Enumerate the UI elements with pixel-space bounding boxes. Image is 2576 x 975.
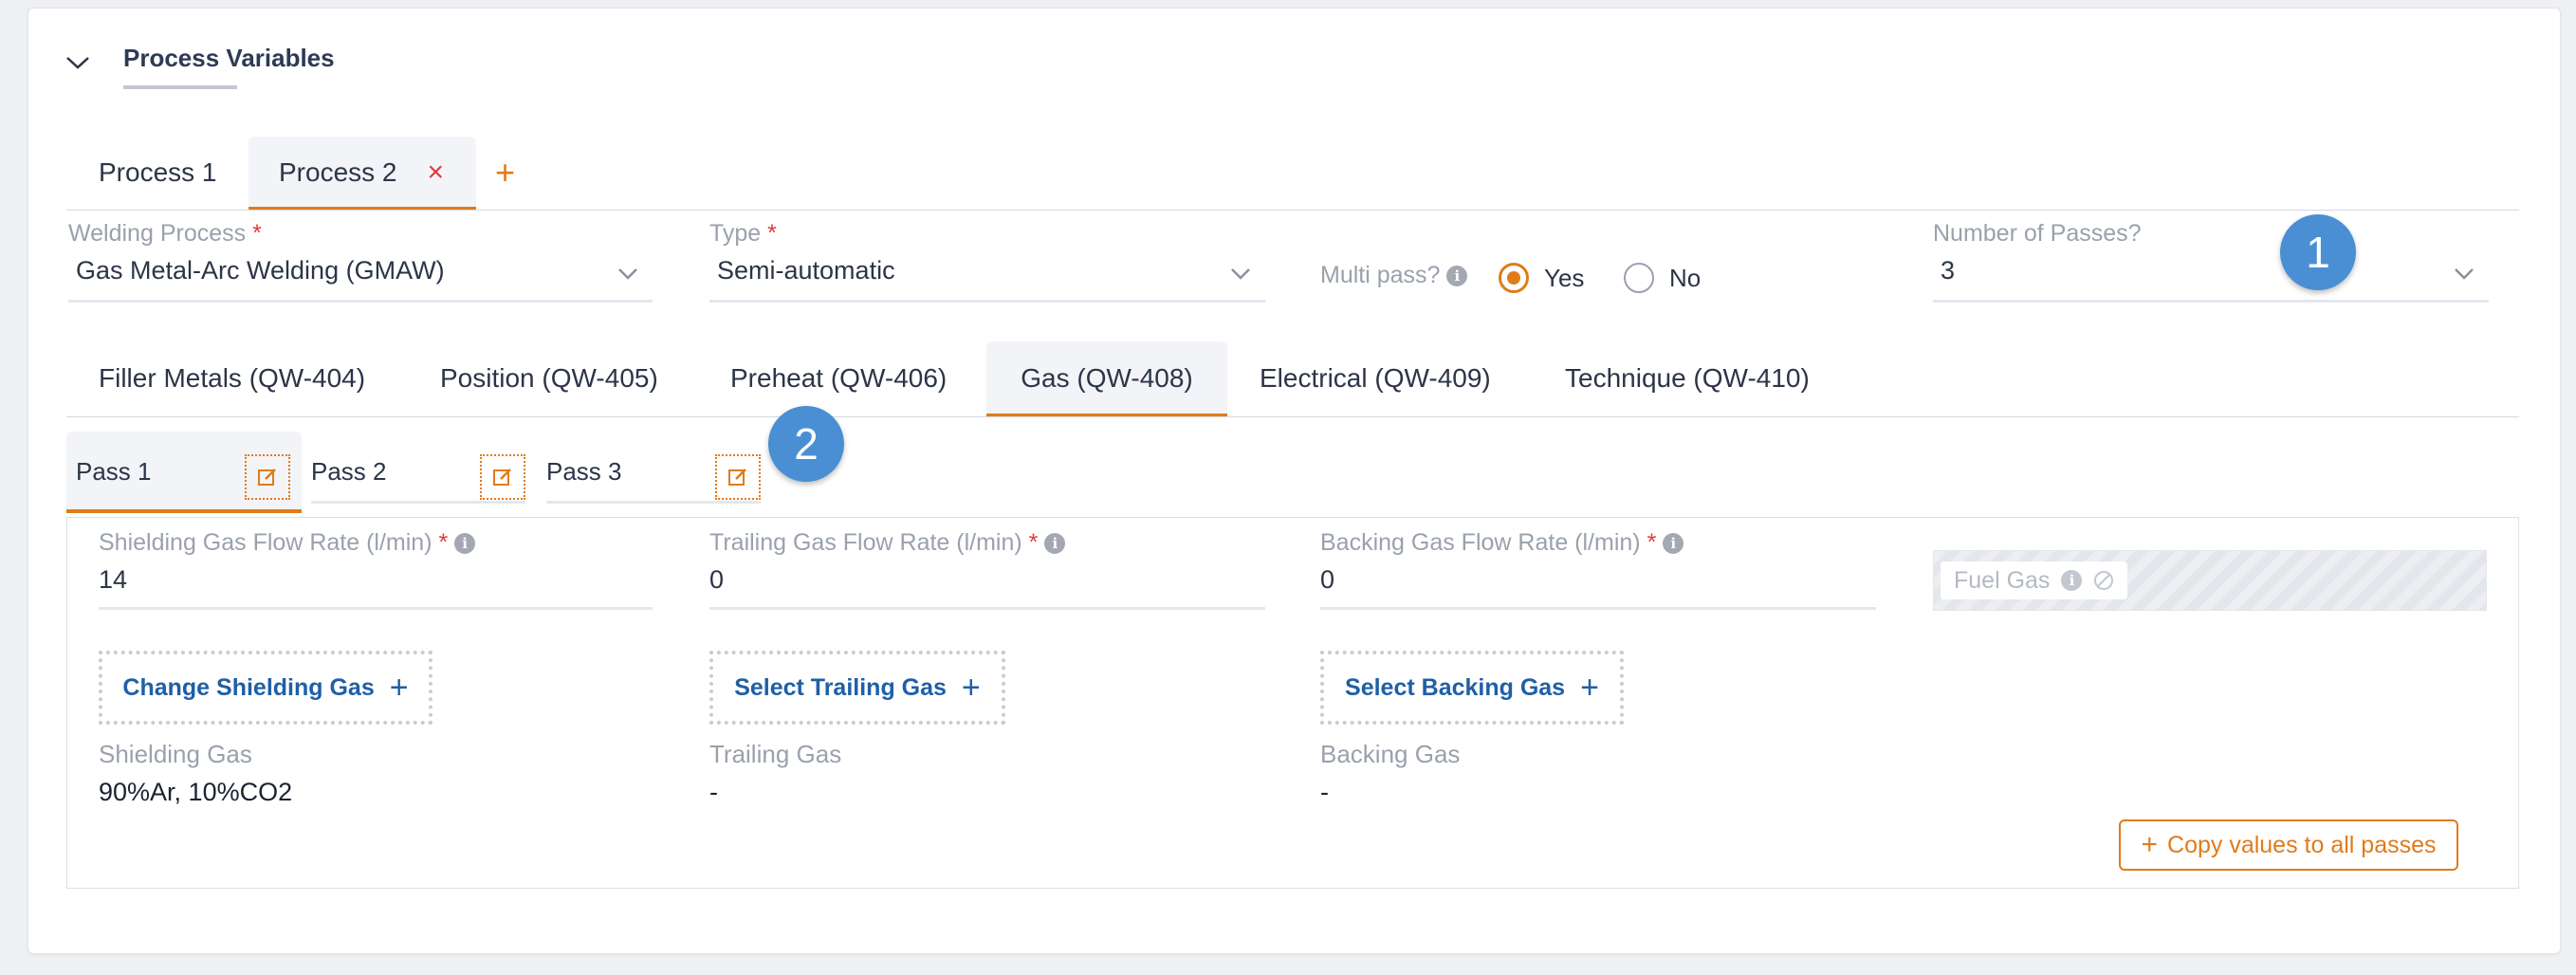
pass-tab-2-label[interactable]: Pass 2: [311, 457, 387, 487]
variable-tabs: Filler Metals (QW-404) Position (QW-405)…: [66, 341, 2519, 417]
shielding-rate-label: Shielding Gas Flow Rate (l/min) * i: [99, 529, 476, 557]
type-underline: [709, 300, 1265, 303]
info-icon: i: [454, 533, 476, 554]
pass-tab-1-indicator: [66, 509, 302, 513]
multi-pass-yes-radio[interactable]: [1499, 263, 1529, 293]
edit-pass-2-button[interactable]: [480, 454, 525, 500]
num-passes-label: Number of Passes?: [1933, 220, 2142, 247]
edit-pass-3-button[interactable]: [715, 454, 761, 500]
annotation-badge-1: 1: [2280, 214, 2356, 290]
edit-icon: [493, 469, 511, 486]
tab-process-2[interactable]: Process 2 ×: [248, 137, 476, 209]
shielding-gas-label: Shielding Gas: [99, 740, 252, 768]
trailing-rate-input[interactable]: 0: [709, 565, 724, 595]
backing-rate-input[interactable]: 0: [1320, 565, 1334, 595]
trailing-rate-underline: [709, 607, 1265, 610]
edit-icon: [728, 469, 746, 486]
plus-icon: +: [389, 670, 409, 706]
copy-values-button[interactable]: + Copy values to all passes: [2119, 819, 2458, 871]
pass-tab-3-underline: [546, 501, 761, 504]
trailing-rate-label: Trailing Gas Flow Rate (l/min) * i: [709, 529, 1066, 557]
multi-pass-yes-label[interactable]: Yes: [1544, 264, 1584, 293]
trailing-gas-label: Trailing Gas: [709, 740, 842, 768]
edit-icon: [258, 469, 276, 486]
annotation-badge-2: 2: [768, 406, 844, 482]
chevron-down-icon[interactable]: [2453, 262, 2475, 285]
info-icon: i: [1446, 266, 1468, 286]
change-shielding-gas-button[interactable]: Change Shielding Gas +: [99, 651, 432, 725]
section-title: Process Variables: [123, 44, 335, 72]
tab-process-1-label: Process 1: [99, 157, 217, 187]
backing-gas-value: -: [1320, 778, 1329, 806]
select-backing-gas-button[interactable]: Select Backing Gas +: [1320, 651, 1624, 725]
backing-gas-label: Backing Gas: [1320, 740, 1461, 768]
fuel-gas-chip: Fuel Gas i: [1941, 561, 2128, 599]
welding-process-underline: [68, 300, 653, 303]
backing-rate-label: Backing Gas Flow Rate (l/min) * i: [1320, 529, 1684, 557]
disabled-icon: [2094, 571, 2114, 590]
edit-pass-1-button[interactable]: [245, 454, 290, 500]
change-shielding-gas-label: Change Shielding Gas: [122, 673, 375, 701]
type-label: Type *: [709, 220, 777, 247]
select-trailing-gas-button[interactable]: Select Trailing Gas +: [709, 651, 1005, 725]
chevron-down-icon[interactable]: [64, 53, 91, 72]
chevron-down-icon[interactable]: [1229, 262, 1252, 285]
shielding-gas-value: 90%Ar, 10%CO2: [99, 778, 293, 806]
tab-process-1[interactable]: Process 1: [99, 137, 217, 209]
plus-icon: +: [2141, 829, 2159, 860]
welding-process-select[interactable]: Gas Metal-Arc Welding (GMAW): [76, 256, 445, 285]
type-select[interactable]: Semi-automatic: [717, 256, 895, 285]
plus-icon: +: [495, 153, 516, 192]
select-trailing-gas-label: Select Trailing Gas: [734, 673, 947, 701]
tab-filler-metals[interactable]: Filler Metals (QW-404): [99, 341, 365, 415]
info-icon: i: [2061, 570, 2083, 591]
plus-icon: +: [1580, 670, 1599, 706]
close-tab-icon[interactable]: ×: [428, 156, 445, 189]
tab-electrical[interactable]: Electrical (QW-409): [1260, 341, 1491, 415]
pass-tab-2-underline: [311, 501, 525, 504]
multi-pass-no-radio[interactable]: [1624, 263, 1654, 293]
variable-tabs-divider: [66, 416, 2519, 417]
tab-technique[interactable]: Technique (QW-410): [1565, 341, 1810, 415]
add-process-tab-button[interactable]: +: [495, 137, 515, 209]
tab-preheat[interactable]: Preheat (QW-406): [730, 341, 947, 415]
multi-pass-label: Multi pass? i: [1320, 262, 1468, 289]
trailing-gas-value: -: [709, 778, 718, 806]
num-passes-underline: [1933, 300, 2489, 303]
info-icon: i: [1044, 533, 1066, 554]
section-title-underline: [123, 85, 237, 89]
tab-gas[interactable]: Gas (QW-408): [986, 341, 1227, 415]
copy-values-label: Copy values to all passes: [2167, 831, 2437, 858]
process-tabs: Process 1 Process 2 × +: [66, 137, 2519, 211]
shielding-rate-input[interactable]: 14: [99, 565, 127, 595]
welding-process-label: Welding Process *: [68, 220, 262, 247]
backing-rate-underline: [1320, 607, 1876, 610]
select-backing-gas-label: Select Backing Gas: [1345, 673, 1566, 701]
pass-tab-3-label[interactable]: Pass 3: [546, 457, 622, 487]
pass-tab-1-label[interactable]: Pass 1: [76, 457, 152, 487]
multi-pass-no-label[interactable]: No: [1669, 264, 1701, 293]
chevron-down-icon[interactable]: [616, 262, 639, 285]
process-tabs-divider: [66, 210, 2519, 211]
plus-icon: +: [961, 670, 981, 706]
num-passes-select[interactable]: 3: [1941, 256, 1955, 285]
tab-process-2-label: Process 2: [279, 157, 397, 187]
info-icon: i: [1663, 533, 1684, 554]
shielding-rate-underline: [99, 607, 653, 610]
tab-position[interactable]: Position (QW-405): [440, 341, 658, 415]
fuel-gas-label: Fuel Gas: [1954, 566, 2051, 594]
